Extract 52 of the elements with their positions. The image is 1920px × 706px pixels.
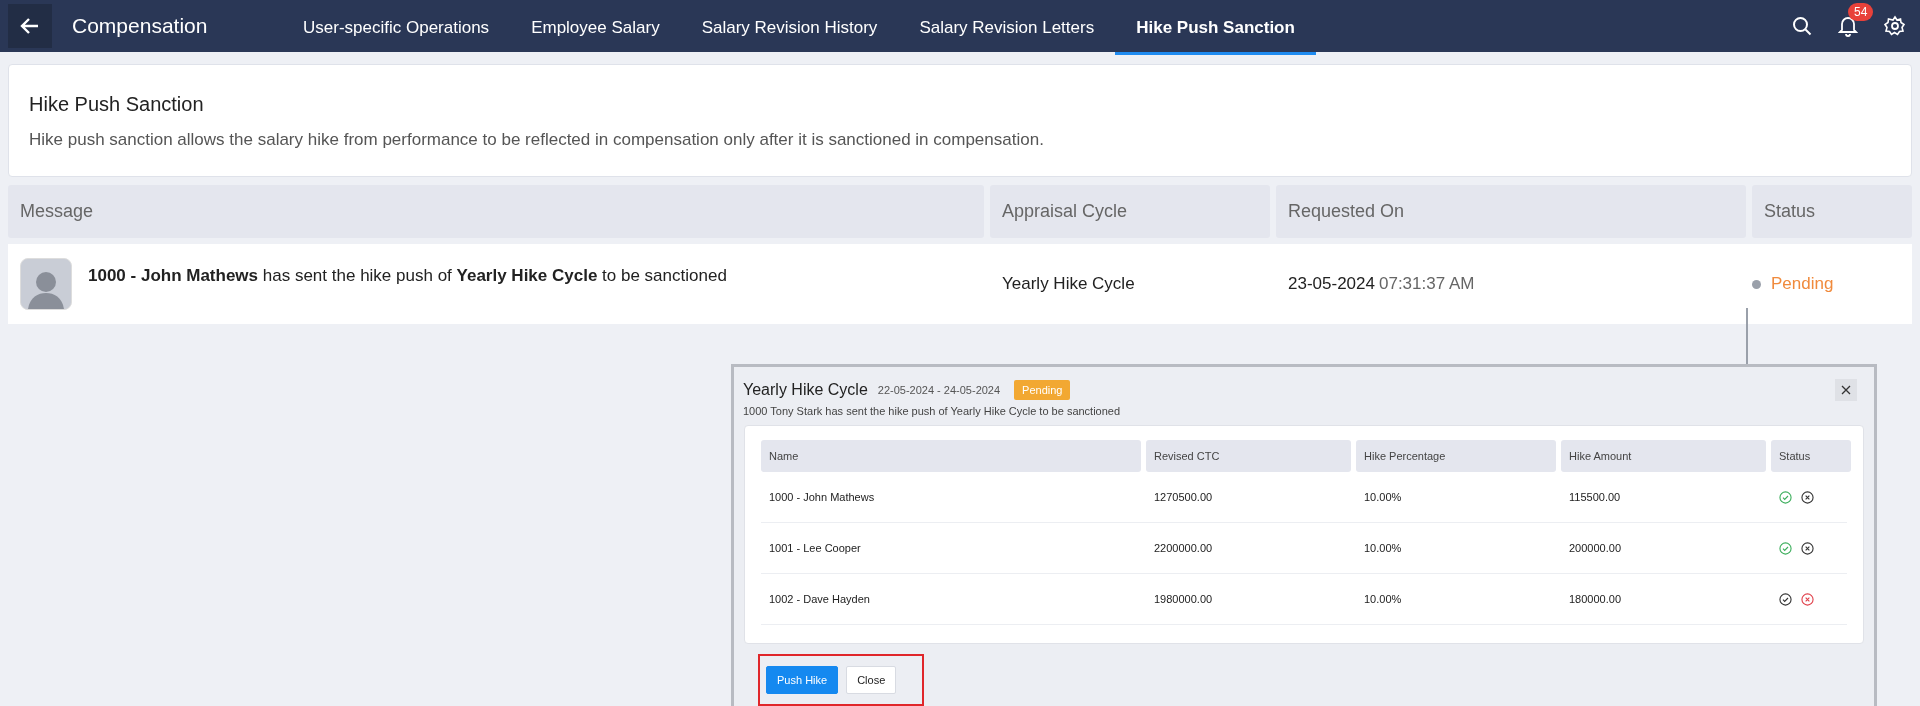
column-header: Revised CTC [1146, 440, 1351, 472]
close-icon [1841, 385, 1851, 395]
settings-icon[interactable] [1884, 15, 1906, 37]
cycle-period: 22-05-2024 - 24-05-2024 [877, 384, 1001, 396]
status-badge: Pending [1014, 380, 1071, 400]
hike-percentage: 10.00% [1363, 542, 1403, 554]
column-header: Hike Amount [1561, 440, 1766, 472]
column-header: Status [1752, 185, 1912, 238]
search-icon[interactable] [1792, 16, 1812, 36]
nav-tab[interactable]: Employee Salary [510, 0, 681, 55]
requested-time: 07:31:37 AM [1378, 274, 1475, 293]
close-text-button[interactable]: Close [846, 666, 897, 694]
revised-ctc: 1980000.00 [1153, 593, 1214, 605]
request-message: 1000 - John Mathews has sent the hike push of Yearly Hike Cycle to be sanctioned [88, 266, 727, 286]
reject-icon[interactable] [1801, 541, 1814, 555]
column-header: Name [761, 440, 1141, 472]
appraisal-cycle: Yearly Hike Cycle [1001, 274, 1136, 294]
nav-tab[interactable]: Salary Revision Letters [898, 0, 1116, 55]
hike-amount: 200000.00 [1568, 542, 1622, 554]
reject-icon[interactable] [1801, 490, 1814, 504]
revised-ctc: 2200000.00 [1153, 542, 1214, 554]
section-description: Hike push sanction allows the salary hike from performance to be reflected in compensation only after it is sanctioned in compensation. [29, 130, 1045, 150]
nav-tab[interactable]: Hike Push Sanction [1115, 0, 1316, 55]
column-header: Hike Percentage [1356, 440, 1556, 472]
column-header: Status [1771, 440, 1851, 472]
employee-name: 1000 - John Mathews [768, 491, 876, 503]
notification-icon[interactable] [1838, 15, 1858, 37]
section-title: Hike Push Sanction [29, 93, 205, 116]
page-title: Compensation [72, 14, 209, 38]
column-header: Message [8, 185, 984, 238]
column-header: Requested On [1276, 185, 1746, 238]
nav-tab[interactable]: Salary Revision History [680, 0, 899, 55]
popup-subtitle: 1000 Tony Stark has sent the hike push of Yearly Hike Cycle to be sanctioned [742, 404, 1122, 417]
hike-percentage: 10.00% [1363, 491, 1403, 503]
avatar-silhouette [20, 258, 72, 310]
notification-count: 54 [1848, 3, 1874, 21]
employee-name: 1001 - Lee Cooper [768, 542, 862, 554]
push-hike-button[interactable]: Push Hike [766, 666, 839, 694]
hike-amount: 180000.00 [1568, 593, 1622, 605]
popup-title: Yearly Hike Cycle [743, 381, 868, 399]
hike-percentage: 10.00% [1363, 593, 1403, 605]
approve-icon[interactable] [1779, 592, 1792, 606]
back-button[interactable] [8, 4, 52, 48]
status-dot [1752, 279, 1761, 289]
back-arrow-icon [20, 17, 40, 35]
employee-name: 1002 - Dave Hayden [768, 593, 871, 605]
revised-ctc: 1270500.00 [1153, 491, 1214, 503]
requested-date: 23-05-2024 [1288, 274, 1375, 293]
close-button[interactable] [1835, 379, 1857, 401]
column-header: Appraisal Cycle [990, 185, 1270, 238]
hike-amount: 115500.00 [1568, 491, 1622, 503]
nav-tab[interactable]: User-specific Operations [282, 0, 511, 55]
